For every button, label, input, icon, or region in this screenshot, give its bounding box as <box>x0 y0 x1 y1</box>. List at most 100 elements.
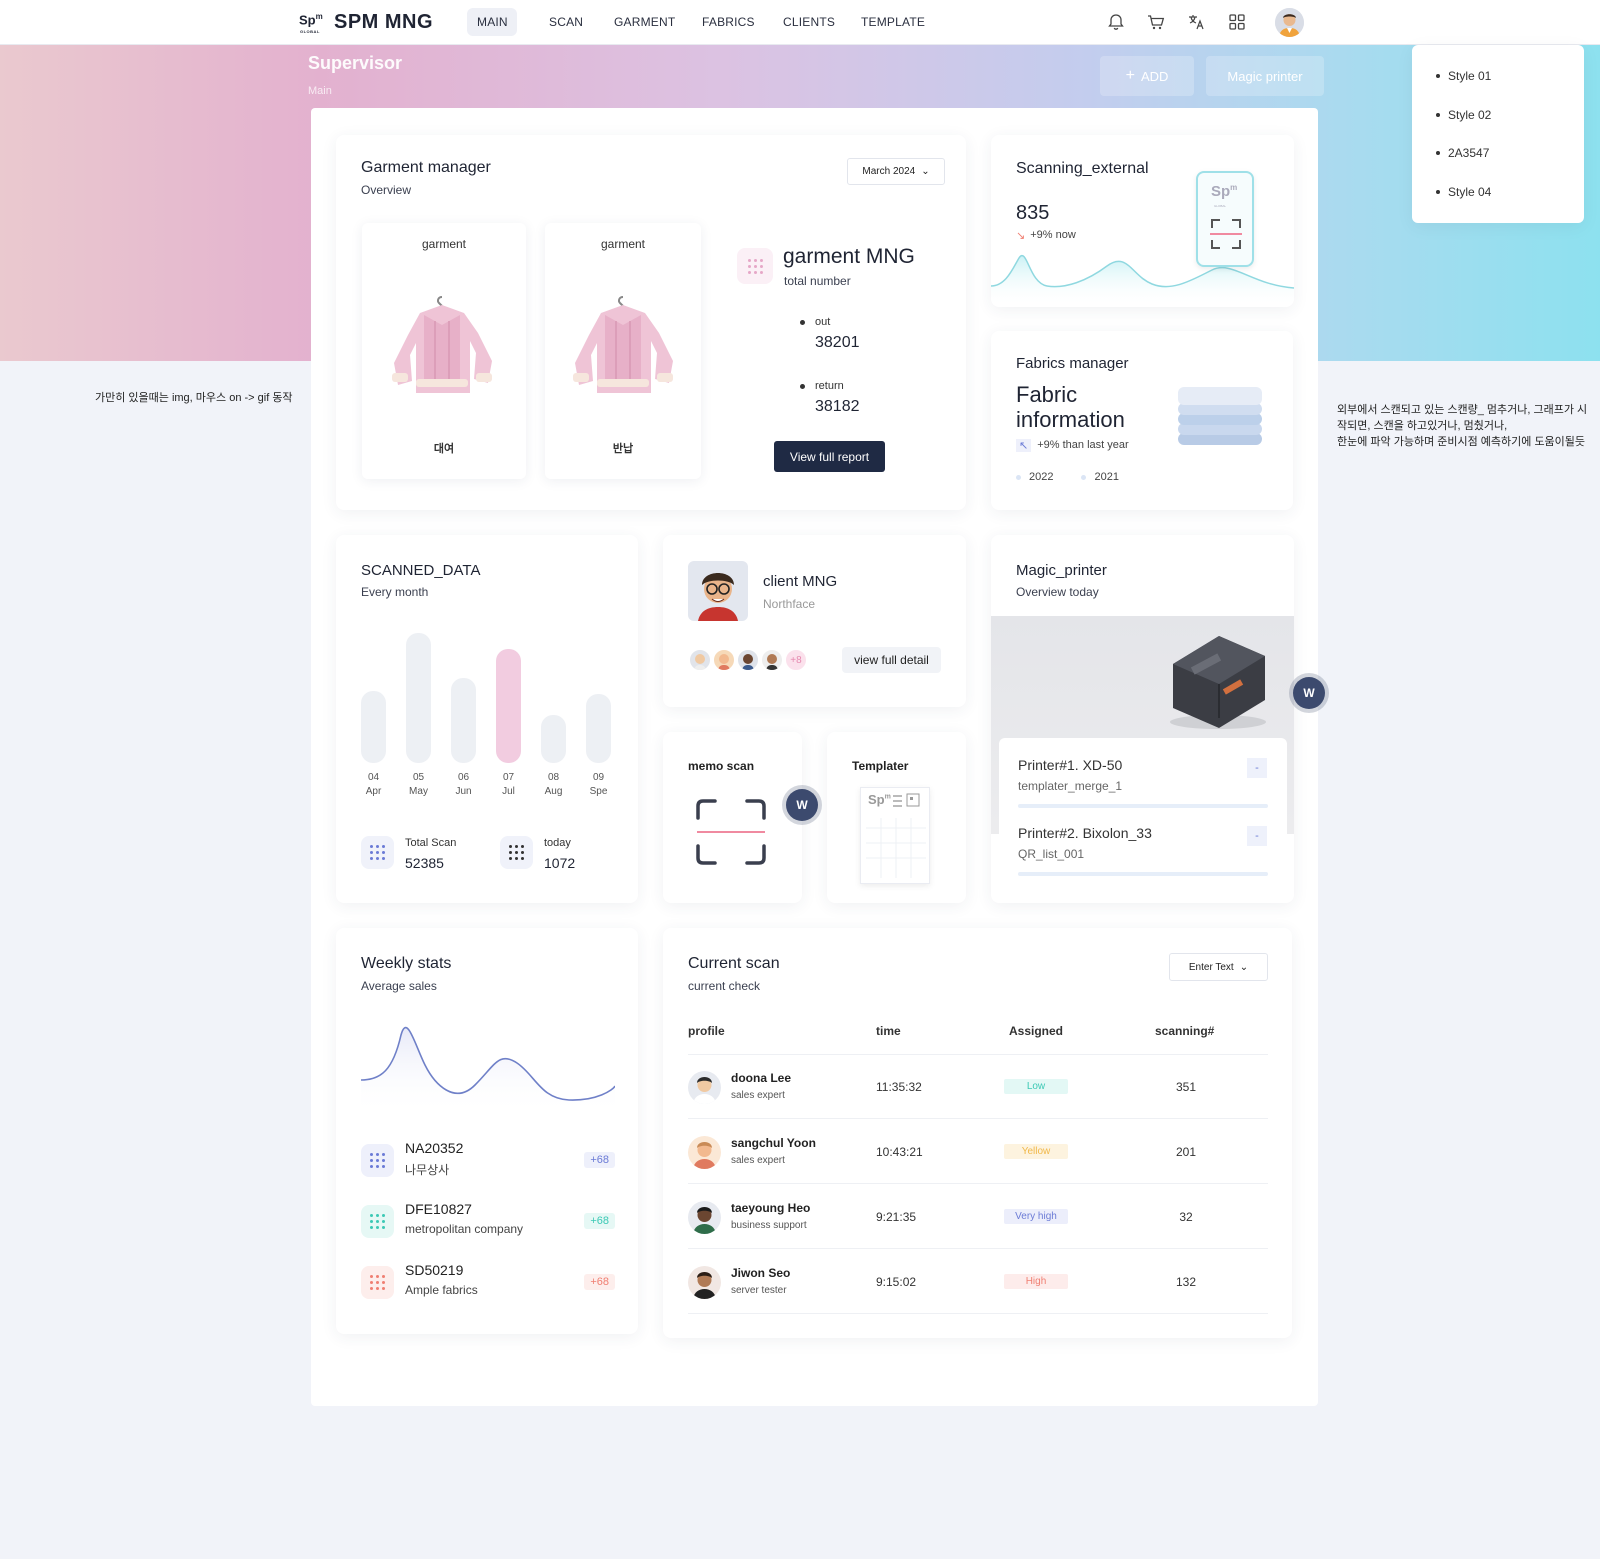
table-row[interactable]: sangchul Yoon sales expert 10:43:21 Yellow 2… <box>688 1120 1268 1184</box>
table-row[interactable]: Jiwon Seo server tester 9:15:02 High 132 <box>688 1250 1268 1314</box>
total-scan-label: Total Scan <box>405 837 457 849</box>
view-full-report-button[interactable]: View full report <box>774 441 885 472</box>
user-avatar <box>688 1266 721 1299</box>
scanning-count: 32 <box>1179 1210 1193 1224</box>
more-clients-badge[interactable]: +8 <box>784 648 808 672</box>
today-value: 1072 <box>544 855 576 871</box>
column-header-profile[interactable]: profile <box>688 1024 725 1038</box>
scan-time: 9:15:02 <box>876 1275 917 1289</box>
printer-file: templater_merge_1 <box>1018 779 1123 793</box>
annotation-note-left: 가만히 있을때는 img, 마우스 on -> gif 동작 <box>95 392 293 404</box>
card-subtitle: Overview today <box>1016 585 1099 599</box>
view-full-detail-button[interactable]: view full detail <box>842 647 941 673</box>
bullet-icon <box>1436 113 1440 117</box>
table-row[interactable]: doona Lee sales expert 11:35:32 Low 351 <box>688 1055 1268 1119</box>
company-icon <box>361 1205 394 1238</box>
printer-collapse-toggle[interactable]: - <box>1247 758 1267 778</box>
nav-clients[interactable]: CLIENTS <box>783 15 835 29</box>
company-name: 나무상사 <box>405 1163 450 1177</box>
user-avatar <box>688 1136 721 1169</box>
table-row[interactable]: taeyoung Heo business support 9:21:35 Very … <box>688 1185 1268 1249</box>
bar-label: 08 Aug <box>544 772 563 797</box>
garment-mng-title: garment MNG <box>783 245 915 268</box>
bell-icon[interactable] <box>1106 12 1126 32</box>
rental-label: 대여 <box>433 443 455 455</box>
templater-title: Templater <box>852 759 909 773</box>
column-header-scanning-count[interactable]: scanning# <box>1155 1024 1214 1038</box>
scan-time: 9:21:35 <box>876 1210 917 1224</box>
month-select[interactable]: March 2024 ⌄ <box>847 158 945 185</box>
fabric-trend: ↖ +9% than last year <box>1016 439 1129 452</box>
client-avatar-small <box>736 648 760 672</box>
comment-badge-w[interactable]: W <box>786 789 818 821</box>
user-role: business support <box>731 1220 807 1231</box>
bar-may[interactable] <box>406 633 431 763</box>
garment-mng-subtitle: total number <box>784 274 851 288</box>
company-name: Ample fabrics <box>405 1283 478 1297</box>
style-option[interactable]: 2A3547 <box>1412 146 1489 160</box>
card-title: Magic_printer <box>1016 562 1107 579</box>
printer-collapse-toggle[interactable]: - <box>1247 826 1267 846</box>
garment-card-label: garment <box>600 237 646 251</box>
delta-badge: +68 <box>584 1274 615 1290</box>
brand-logo-mark[interactable]: Spm GLOBAL <box>299 12 323 34</box>
filter-placeholder: Enter Text <box>1188 961 1234 973</box>
today-scan-icon <box>500 836 533 869</box>
printer-file: QR_list_001 <box>1018 847 1085 861</box>
company-icon <box>361 1266 394 1299</box>
list-item[interactable]: NA20352 나무상사 +68 <box>361 1140 615 1184</box>
magic-printer-button[interactable]: Magic printer <box>1206 56 1324 96</box>
printer-name[interactable]: Printer#1. XD-50 <box>1018 757 1122 773</box>
user-name: Jiwon Seo <box>731 1266 791 1280</box>
scan-frame-icon <box>696 799 766 865</box>
style-option[interactable]: Style 02 <box>1412 108 1491 122</box>
bar-jul[interactable] <box>496 649 521 763</box>
user-avatar[interactable] <box>1275 8 1304 37</box>
nav-template[interactable]: TEMPLATE <box>861 15 925 29</box>
assigned-level-badge: Low <box>1004 1079 1068 1094</box>
bar-spe[interactable] <box>586 694 611 763</box>
return-label: 반납 <box>612 443 634 455</box>
list-item[interactable]: SD50219 Ample fabrics +68 <box>361 1262 615 1306</box>
cart-icon[interactable] <box>1146 12 1166 32</box>
list-item[interactable]: DFE10827 metropolitan company +68 <box>361 1201 615 1245</box>
nav-fabrics[interactable]: FABRICS <box>702 15 755 29</box>
column-header-assigned[interactable]: Assigned <box>1009 1024 1063 1038</box>
nav-main[interactable]: MAIN <box>477 15 508 29</box>
style-option[interactable]: Style 04 <box>1412 185 1491 199</box>
assigned-level-badge: High <box>1004 1274 1068 1289</box>
nav-garment[interactable]: GARMENT <box>614 15 675 29</box>
printer-name[interactable]: Printer#2. Bixolon_33 <box>1018 825 1152 841</box>
printer-progress-bar <box>1018 804 1268 808</box>
translate-icon[interactable] <box>1186 12 1206 32</box>
nav-scan[interactable]: SCAN <box>549 15 583 29</box>
bullet-icon <box>800 384 805 389</box>
bar-aug[interactable] <box>541 715 566 763</box>
user-name: sangchul Yoon <box>731 1136 816 1150</box>
add-button[interactable]: + ADD <box>1100 56 1194 96</box>
apps-grid-icon[interactable] <box>1227 12 1247 32</box>
comment-badge-w[interactable]: W <box>1293 677 1325 709</box>
scan-filter-select[interactable]: Enter Text ⌄ <box>1169 953 1268 981</box>
style-option[interactable]: Style 01 <box>1412 69 1491 83</box>
breadcrumb[interactable]: Main <box>308 85 332 97</box>
client-avatar-group[interactable]: +8 <box>688 648 808 672</box>
printer-progress-bar <box>1018 872 1268 876</box>
bar-apr[interactable] <box>361 691 386 763</box>
column-header-time[interactable]: time <box>876 1024 901 1038</box>
card-subtitle: current check <box>688 979 761 993</box>
scan-frame-icon <box>1210 219 1242 249</box>
card-subtitle: Every month <box>361 585 429 599</box>
bullet-icon <box>1436 74 1440 78</box>
brand-name[interactable]: SPM MNG <box>334 11 433 34</box>
scanning-count: 351 <box>1176 1080 1197 1094</box>
template-document-preview: Spm <box>860 787 930 884</box>
card-title: Scanning_external <box>1016 160 1149 177</box>
card-title: Fabrics manager <box>1016 355 1129 372</box>
add-button-label: ADD <box>1140 68 1169 84</box>
company-name: metropolitan company <box>405 1222 524 1236</box>
user-role: server tester <box>731 1285 787 1296</box>
bar-jun[interactable] <box>451 678 476 763</box>
total-scan-value: 52385 <box>405 855 444 871</box>
client-brand: Northface <box>763 597 816 611</box>
